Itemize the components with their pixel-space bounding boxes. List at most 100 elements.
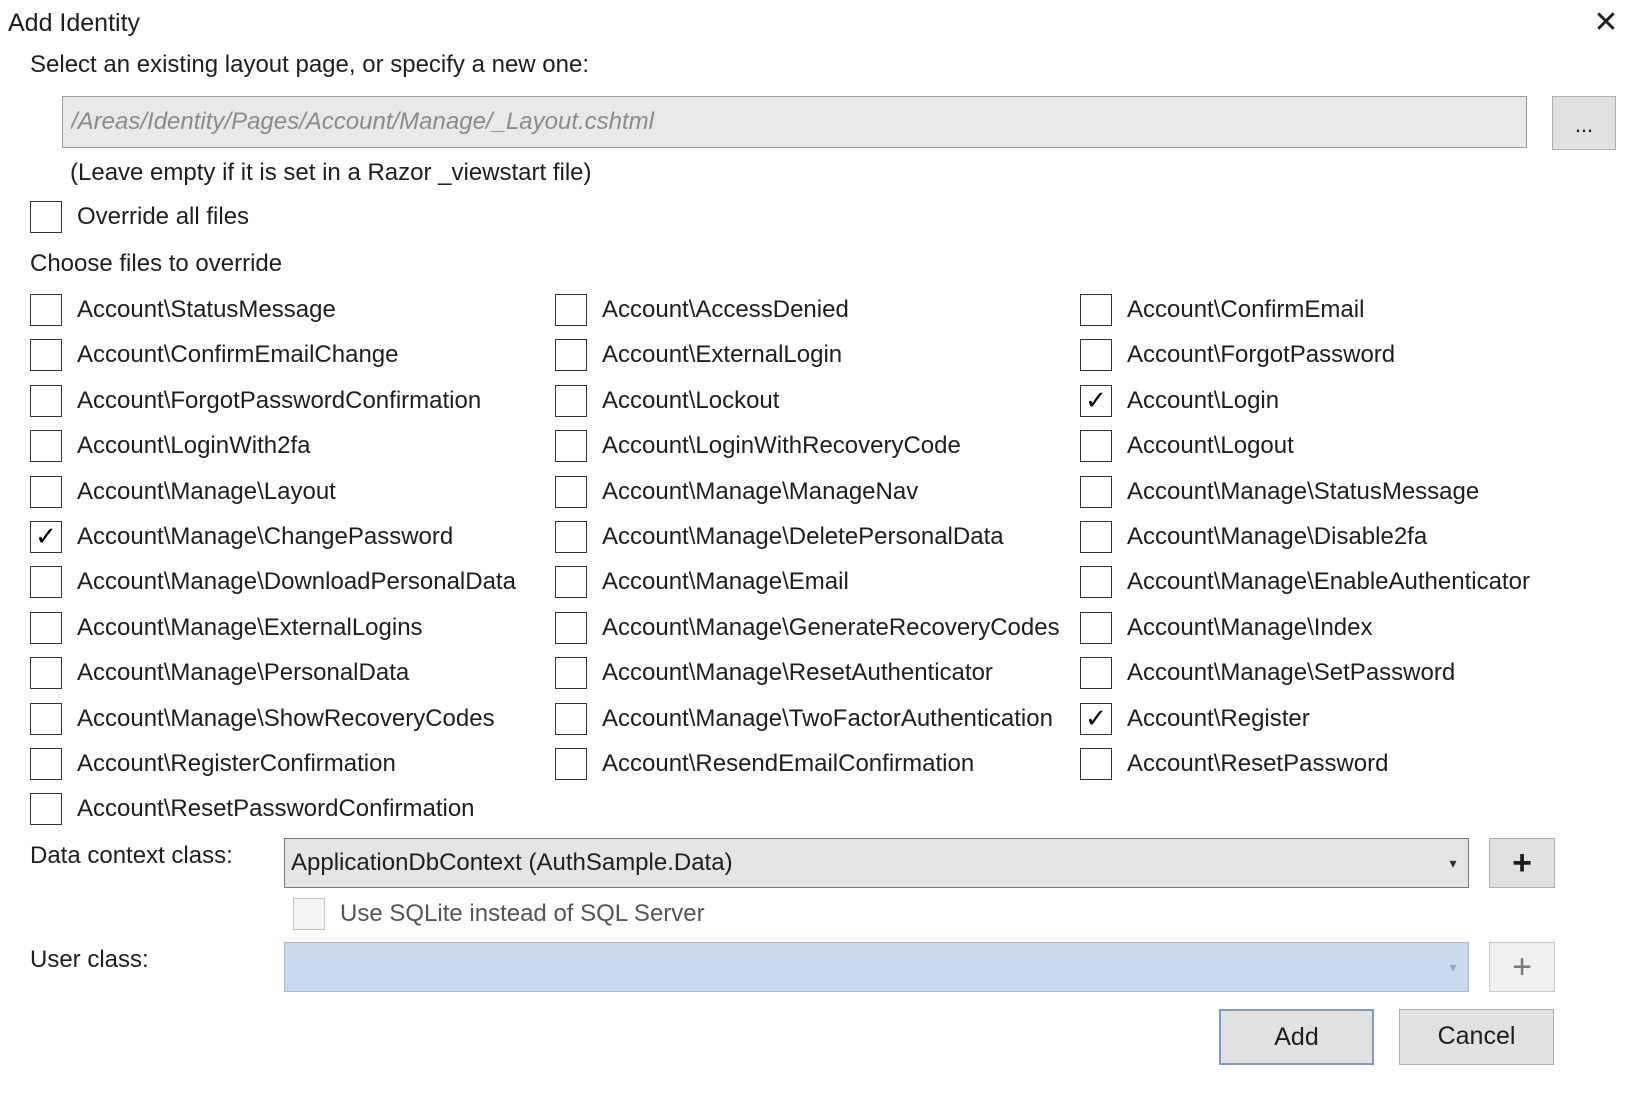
file-checkbox-item[interactable]: Account\Manage\PersonalData [30,657,409,689]
checkbox-box[interactable] [30,476,62,508]
file-checkbox-label: Account\AccessDenied [602,296,849,323]
file-checkbox-item[interactable]: Account\LoginWith2fa [30,430,310,462]
checkbox-box[interactable] [555,566,587,598]
file-checkbox-label: Account\Lockout [602,387,780,414]
checkbox-box[interactable] [555,612,587,644]
add-data-context-button[interactable]: + [1489,838,1555,888]
add-user-class-button[interactable]: + [1489,942,1555,992]
checkbox-box[interactable] [30,657,62,689]
checkbox-box[interactable] [555,476,587,508]
checkbox-box[interactable] [1080,476,1112,508]
file-checkbox-item[interactable]: Account\Manage\ShowRecoveryCodes [30,703,495,735]
file-checkbox-label: Account\Manage\DownloadPersonalData [77,568,516,595]
browse-layout-button[interactable]: ... [1552,96,1616,150]
checkbox-box[interactable] [30,748,62,780]
file-checkbox-item[interactable]: Account\Manage\ExternalLogins [30,612,423,644]
checkbox-box[interactable] [1080,339,1112,371]
override-all-checkbox[interactable]: Override all files [30,201,249,233]
file-checkbox-label: Account\Manage\PersonalData [77,659,410,686]
checkbox-box[interactable] [30,339,62,371]
checkbox-box[interactable] [30,294,62,326]
checkbox-box[interactable] [555,339,587,371]
dialog-title: Add Identity [8,9,141,37]
checkbox-box[interactable] [30,612,62,644]
layout-page-input[interactable] [62,96,1527,148]
checkbox-box[interactable] [1080,521,1112,553]
file-checkbox-item[interactable]: Account\Manage\ResetAuthenticator [555,657,993,689]
data-context-select[interactable]: ApplicationDbContext (AuthSample.Data) ▾ [284,838,1469,888]
file-checkbox-item[interactable]: Account\LoginWithRecoveryCode [555,430,961,462]
file-checkbox-item[interactable]: ✓ Account\Manage\ChangePassword [30,521,453,553]
chevron-down-icon[interactable]: ▾ [1442,839,1464,887]
file-checkbox-item[interactable]: Account\Manage\DeletePersonalData [555,521,1004,553]
file-checkbox-item[interactable]: Account\Manage\Layout [30,476,336,508]
file-checkbox-item[interactable]: Account\ConfirmEmailChange [30,339,398,371]
file-checkbox-item[interactable]: Account\StatusMessage [30,294,336,326]
checkbox-box[interactable] [293,898,325,930]
checkbox-box[interactable] [555,294,587,326]
file-checkbox-label: Account\ResetPassword [1127,750,1389,777]
cancel-button[interactable]: Cancel [1399,1009,1554,1065]
file-checkbox-item[interactable]: Account\ResetPassword [1080,748,1388,780]
file-checkbox-label: Account\Manage\StatusMessage [1127,478,1480,505]
checkbox-box[interactable] [555,385,587,417]
file-checkbox-item[interactable]: Account\Manage\DownloadPersonalData [30,566,516,598]
file-checkbox-item[interactable]: Account\Manage\Disable2fa [1080,521,1427,553]
file-checkbox-item[interactable]: Account\Manage\Email [555,566,849,598]
file-checkbox-item[interactable]: Account\Logout [1080,430,1294,462]
sqlite-label: Use SQLite instead of SQL Server [340,900,705,927]
checkbox-box[interactable] [30,430,62,462]
file-checkbox-item[interactable]: Account\RegisterConfirmation [30,748,396,780]
file-checkbox-item[interactable]: Account\Manage\SetPassword [1080,657,1455,689]
checkbox-box[interactable]: ✓ [1080,703,1112,735]
file-checkbox-label: Account\LoginWith2fa [77,432,311,459]
checkbox-box[interactable]: ✓ [30,521,62,553]
file-checkbox-item[interactable]: Account\Manage\ManageNav [555,476,918,508]
file-checkbox-item[interactable]: Account\ResendEmailConfirmation [555,748,974,780]
chevron-down-icon[interactable]: ▾ [1442,943,1464,991]
file-checkbox-item[interactable]: Account\AccessDenied [555,294,849,326]
checkbox-box[interactable] [1080,430,1112,462]
checkbox-box[interactable] [30,703,62,735]
checkbox-box[interactable] [1080,566,1112,598]
file-checkbox-item[interactable]: ✓ Account\Register [1080,703,1310,735]
file-checkbox-label: Account\Manage\SetPassword [1127,659,1456,686]
checkbox-box[interactable] [1080,612,1112,644]
checkbox-box[interactable]: ✓ [1080,385,1112,417]
sqlite-checkbox[interactable]: Use SQLite instead of SQL Server [293,898,705,930]
checkbox-box[interactable] [555,748,587,780]
file-checkbox-item[interactable]: Account\Manage\TwoFactorAuthentication [555,703,1053,735]
file-checkbox-label: Account\Manage\ExternalLogins [77,614,423,641]
checkbox-box[interactable] [555,703,587,735]
file-checkbox-label: Account\ConfirmEmail [1127,296,1365,323]
file-checkbox-item[interactable]: Account\ForgotPassword [1080,339,1395,371]
file-checkbox-item[interactable]: Account\Manage\StatusMessage [1080,476,1479,508]
file-checkbox-item[interactable]: Account\Manage\GenerateRecoveryCodes [555,612,1060,644]
file-checkbox-item[interactable]: Account\ForgotPasswordConfirmation [30,385,481,417]
close-icon[interactable]: ✕ [1592,8,1620,38]
file-checkbox-item[interactable]: Account\ConfirmEmail [1080,294,1364,326]
file-checkbox-item[interactable]: Account\ResetPasswordConfirmation [30,793,475,825]
checkbox-box[interactable] [30,566,62,598]
file-checkbox-item[interactable]: Account\Manage\EnableAuthenticator [1080,566,1530,598]
checkbox-box[interactable] [1080,657,1112,689]
file-checkbox-label: Account\StatusMessage [77,296,336,323]
user-class-select[interactable]: ▾ [284,942,1469,992]
checkbox-box[interactable] [1080,294,1112,326]
file-checkbox-item[interactable]: Account\Lockout [555,385,779,417]
checkbox-box[interactable] [30,201,62,233]
checkbox-box[interactable] [555,657,587,689]
checkbox-box[interactable] [555,521,587,553]
checkbox-box[interactable] [555,430,587,462]
add-button[interactable]: Add [1219,1009,1374,1065]
file-checkbox-item[interactable]: Account\Manage\Index [1080,612,1373,644]
checkbox-box[interactable] [30,385,62,417]
data-context-label: Data context class: [30,842,233,869]
file-checkbox-item[interactable]: Account\ExternalLogin [555,339,842,371]
file-checkbox-label: Account\Manage\EnableAuthenticator [1127,568,1530,595]
file-checkbox-item[interactable]: ✓ Account\Login [1080,385,1279,417]
file-checkbox-label: Account\LoginWithRecoveryCode [602,432,961,459]
checkbox-box[interactable] [1080,748,1112,780]
choose-files-label: Choose files to override [30,250,283,277]
checkbox-box[interactable] [30,793,62,825]
